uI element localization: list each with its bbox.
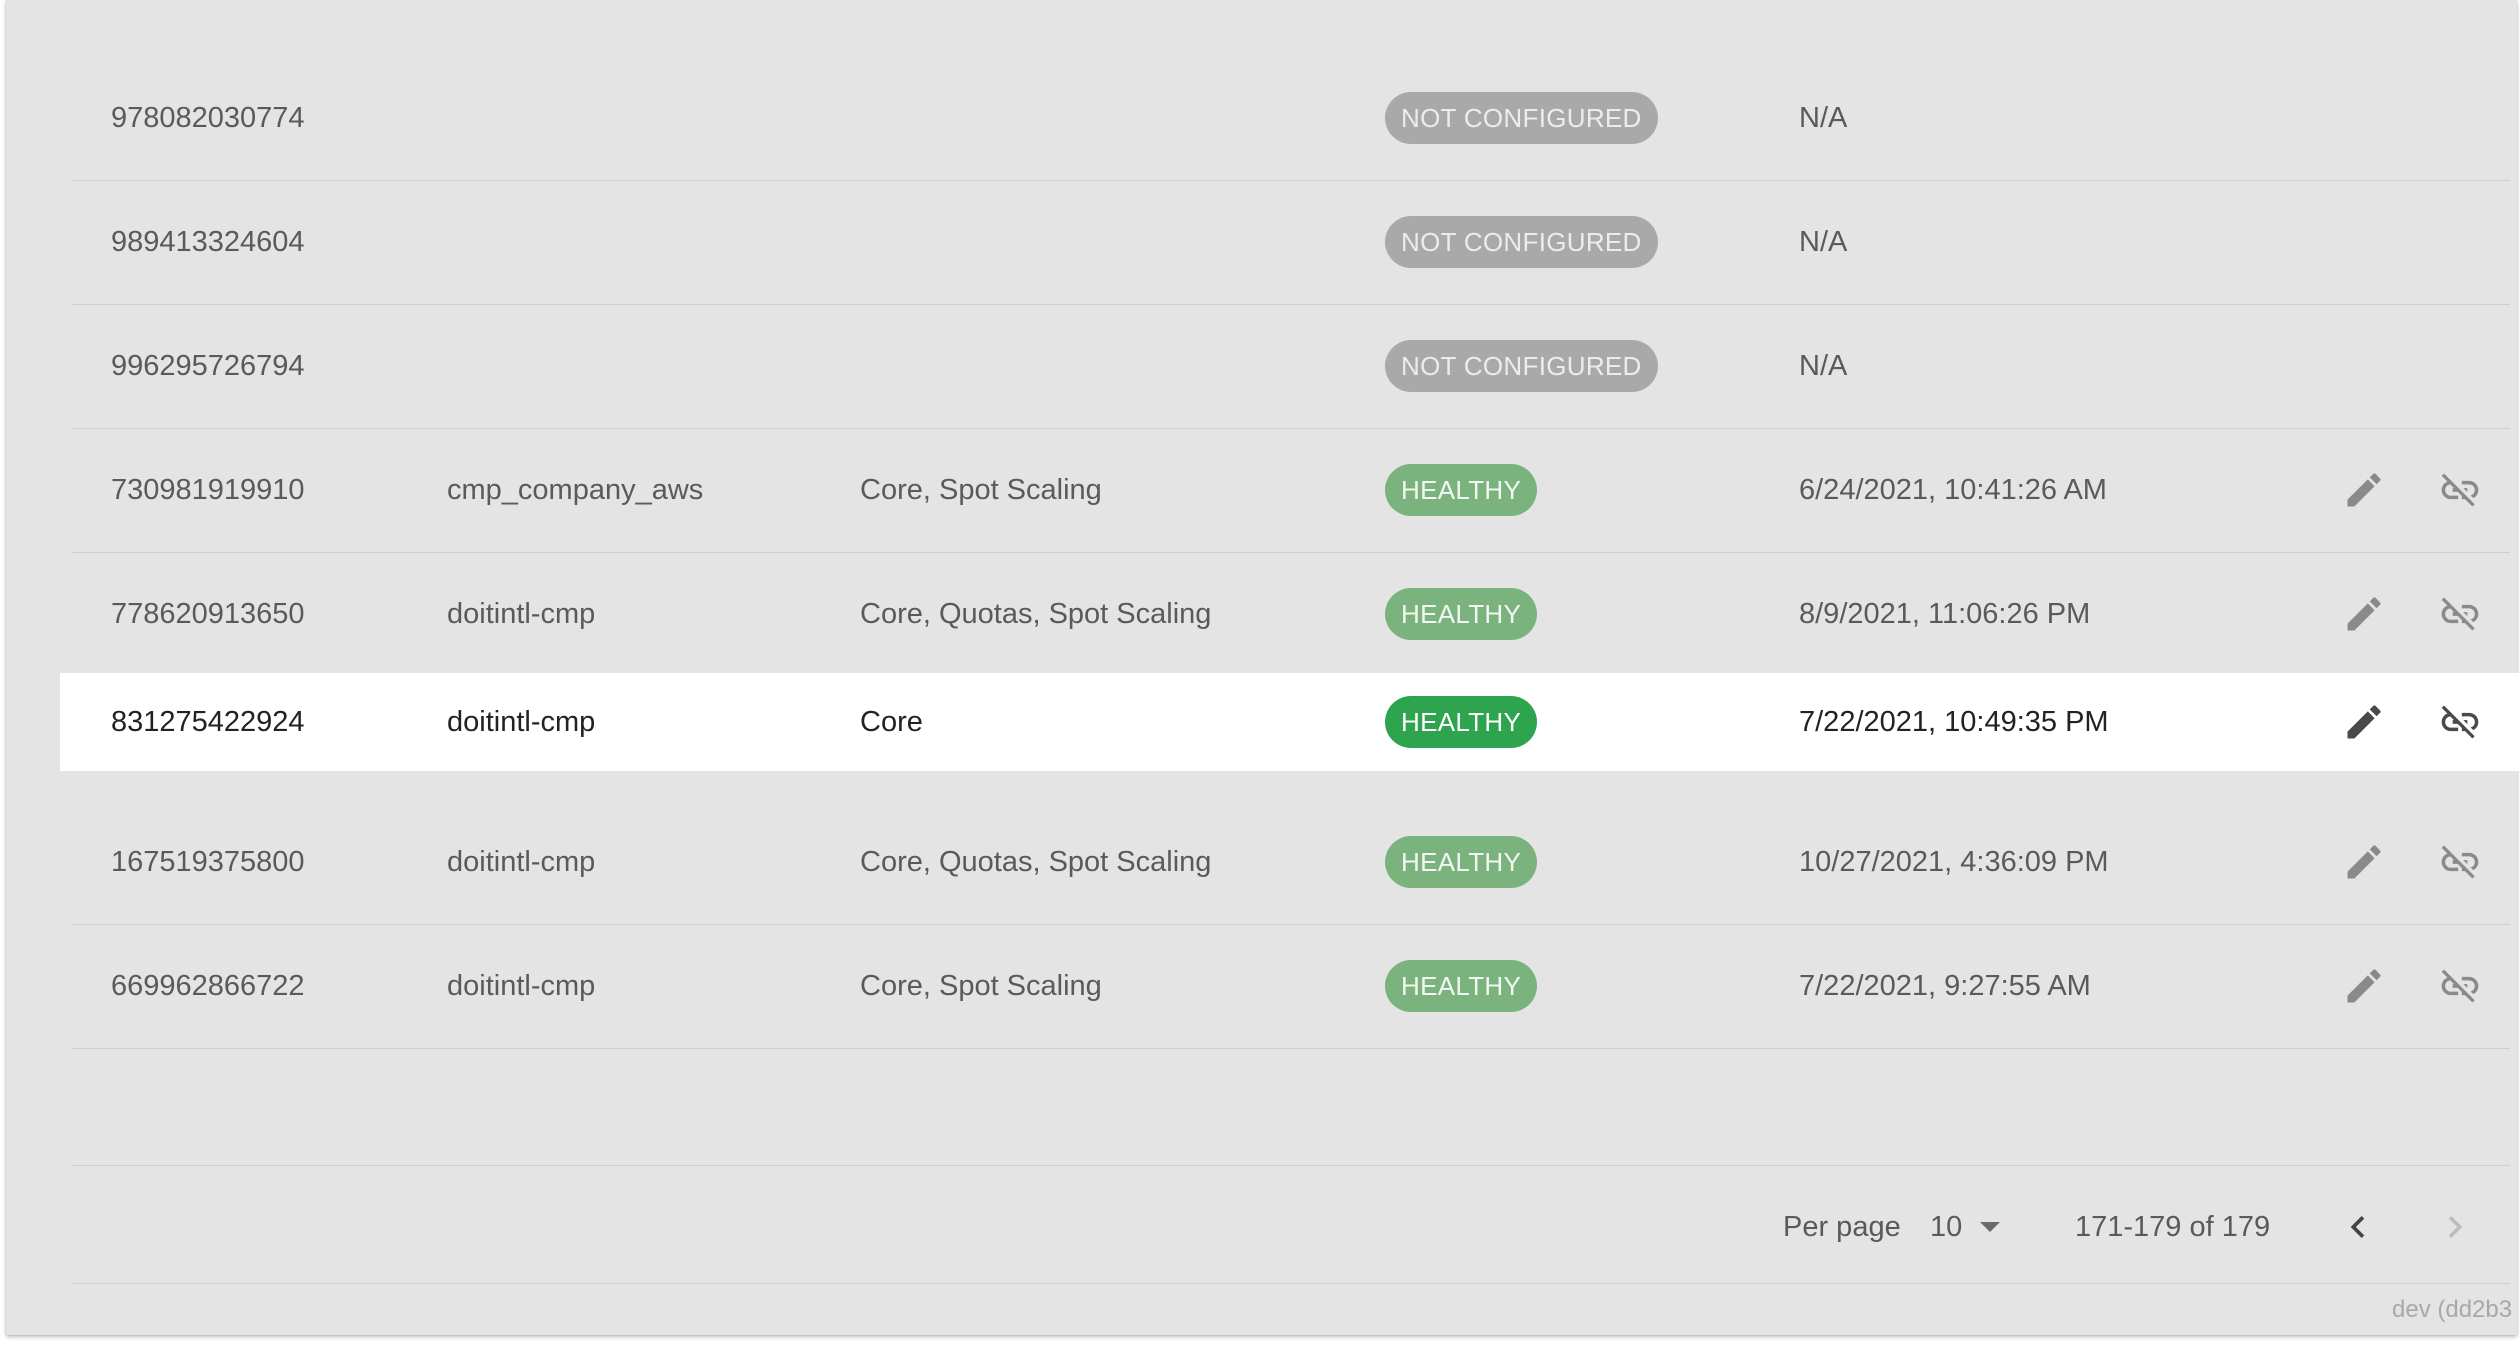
per-page-label: Per page: [1783, 1210, 1901, 1243]
per-page-value: 10: [1930, 1210, 1963, 1243]
account-id-cell: 989413324604: [111, 225, 305, 258]
account-id-cell: 996295726794: [111, 349, 305, 382]
last-updated-cell: 7/22/2021, 9:27:55 AM: [1799, 969, 2091, 1002]
edit-button[interactable]: [2334, 428, 2394, 552]
account-alias-cell: doitintl-cmp: [447, 969, 596, 1002]
link-off-icon: [2441, 845, 2479, 879]
status-badge: HEALTHY: [1385, 464, 1538, 516]
chevron-right-icon: [2448, 1216, 2463, 1238]
unlink-account-button[interactable]: [2430, 924, 2490, 1048]
unlink-account-button[interactable]: [2430, 428, 2490, 552]
unlink-account-button[interactable]: [2430, 673, 2490, 771]
last-updated-cell: 7/22/2021, 10:49:35 PM: [1799, 705, 2109, 738]
table-row[interactable]: 996295726794 NOT CONFIGURED N/A: [72, 304, 2510, 429]
account-id-cell: 778620913650: [111, 597, 305, 630]
edit-button[interactable]: [2334, 924, 2394, 1048]
account-id-cell: 730981919910: [111, 473, 305, 506]
status-badge: HEALTHY: [1385, 960, 1538, 1012]
previous-page-button[interactable]: [2326, 1195, 2390, 1259]
status-cell: NOT CONFIGURED: [1385, 56, 1658, 180]
status-badge: HEALTHY: [1385, 836, 1538, 888]
features-cell: Core, Spot Scaling: [860, 473, 1102, 506]
version-label: dev (dd2b3: [2392, 1296, 2513, 1323]
status-badge: HEALTHY: [1385, 696, 1538, 748]
status-cell: HEALTHY: [1385, 428, 1538, 552]
table-row[interactable]: 831275422924 doitintl-cmp Core HEALTHY 7/22/…: [60, 673, 2520, 771]
per-page-select[interactable]: 10: [1930, 1167, 2001, 1287]
status-badge: NOT CONFIGURED: [1385, 216, 1658, 268]
arrow-drop-down-icon: [1980, 1222, 2001, 1232]
pencil-icon: [2347, 969, 2381, 1003]
table-row[interactable]: 730981919910 cmp_company_aws Core, Spot Sc…: [72, 428, 2510, 553]
link-off-icon: [2441, 597, 2479, 631]
status-badge: NOT CONFIGURED: [1385, 92, 1658, 144]
link-off-icon: [2441, 969, 2479, 1003]
pencil-icon: [2347, 705, 2381, 739]
accounts-table-card: 978082030774 NOT CONFIGURED N/A 98941332460…: [6, 0, 2520, 1335]
unlink-account-button[interactable]: [2430, 552, 2490, 676]
chevron-left-icon: [2350, 1216, 2365, 1238]
status-cell: HEALTHY: [1385, 800, 1538, 924]
table-row[interactable]: 778620913650 doitintl-cmp Core, Quotas, Sp…: [72, 552, 2510, 677]
features-cell: Core: [860, 705, 923, 738]
features-cell: Core, Quotas, Spot Scaling: [860, 597, 1212, 630]
pencil-icon: [2347, 845, 2381, 879]
table-footer-divider: [72, 1165, 2510, 1166]
last-updated-cell: 6/24/2021, 10:41:26 AM: [1799, 473, 2107, 506]
link-off-icon: [2441, 473, 2479, 507]
features-cell: Core, Quotas, Spot Scaling: [860, 845, 1212, 878]
status-cell: HEALTHY: [1385, 924, 1538, 1048]
table-row[interactable]: 978082030774 NOT CONFIGURED N/A: [72, 56, 2510, 181]
table-row[interactable]: 167519375800 doitintl-cmp Core, Quotas, Sp…: [72, 800, 2510, 925]
edit-button[interactable]: [2334, 800, 2394, 924]
pagination-range: 171-179 of 179: [2075, 1210, 2271, 1243]
account-alias-cell: cmp_company_aws: [447, 473, 704, 506]
table-row[interactable]: 669962866722 doitintl-cmp Core, Spot Scali…: [72, 924, 2510, 1049]
last-updated-cell: 10/27/2021, 4:36:09 PM: [1799, 845, 2109, 878]
status-badge: HEALTHY: [1385, 588, 1538, 640]
pencil-icon: [2347, 597, 2381, 631]
status-cell: HEALTHY: [1385, 552, 1538, 676]
last-updated-cell: N/A: [1799, 225, 1848, 258]
account-id-cell: 669962866722: [111, 969, 305, 1002]
last-updated-cell: 8/9/2021, 11:06:26 PM: [1799, 597, 2091, 630]
account-id-cell: 167519375800: [111, 845, 305, 878]
status-badge: NOT CONFIGURED: [1385, 340, 1658, 392]
unlink-account-button[interactable]: [2430, 800, 2490, 924]
link-off-icon: [2441, 705, 2479, 739]
account-id-cell: 831275422924: [111, 705, 305, 738]
next-page-button[interactable]: [2423, 1195, 2487, 1259]
status-cell: NOT CONFIGURED: [1385, 304, 1658, 428]
account-alias-cell: doitintl-cmp: [447, 705, 596, 738]
edit-button[interactable]: [2334, 552, 2394, 676]
features-cell: Core, Spot Scaling: [860, 969, 1102, 1002]
last-updated-cell: N/A: [1799, 349, 1848, 382]
account-alias-cell: doitintl-cmp: [447, 845, 596, 878]
account-id-cell: 978082030774: [111, 101, 305, 134]
status-cell: HEALTHY: [1385, 673, 1538, 771]
pencil-icon: [2347, 473, 2381, 507]
account-alias-cell: doitintl-cmp: [447, 597, 596, 630]
table-row[interactable]: 989413324604 NOT CONFIGURED N/A: [72, 180, 2510, 305]
last-updated-cell: N/A: [1799, 101, 1848, 134]
status-cell: NOT CONFIGURED: [1385, 180, 1658, 304]
edit-button[interactable]: [2334, 673, 2394, 771]
